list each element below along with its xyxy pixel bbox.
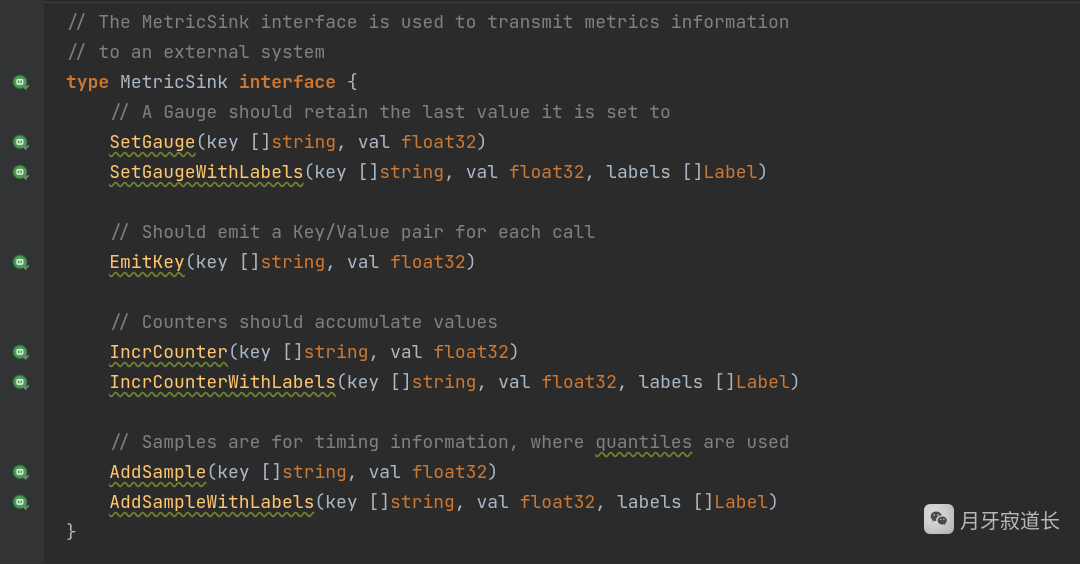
- gutter: [0, 0, 44, 564]
- code-line[interactable]: // Counters should accumulate values: [44, 308, 1080, 338]
- gutter-line: [0, 218, 44, 248]
- gutter-line: [0, 398, 44, 428]
- gutter-line: [0, 368, 44, 398]
- method-name: IncrCounterWithLabels: [109, 371, 336, 394]
- method-signature: (key []string, val float32, labels []Lab…: [304, 161, 769, 184]
- type-name: MetricSink: [120, 71, 228, 94]
- implemented-icon[interactable]: [12, 164, 30, 182]
- implemented-icon[interactable]: [12, 494, 30, 512]
- code-line[interactable]: AddSample(key []string, val float32): [44, 458, 1080, 488]
- code-line[interactable]: SetGaugeWithLabels(key []string, val flo…: [44, 158, 1080, 188]
- comment-text: // Counters should accumulate values: [109, 311, 498, 334]
- watermark: 月牙寂道长: [924, 504, 1060, 534]
- code-line[interactable]: // The MetricSink interface is used to t…: [44, 8, 1080, 38]
- gutter-line: [0, 458, 44, 488]
- comment-text: // The MetricSink interface is used to t…: [66, 11, 790, 34]
- code-line[interactable]: EmitKey(key []string, val float32): [44, 248, 1080, 278]
- method-signature: (key []string, val float32): [228, 341, 520, 364]
- gutter-line: [0, 488, 44, 518]
- code-line[interactable]: IncrCounterWithLabels(key []string, val …: [44, 368, 1080, 398]
- method-name: IncrCounter: [109, 341, 228, 364]
- code-line[interactable]: IncrCounter(key []string, val float32): [44, 338, 1080, 368]
- method-name: EmitKey: [109, 251, 185, 274]
- code-line[interactable]: [44, 188, 1080, 218]
- gutter-line: [0, 38, 44, 68]
- gutter-line: [0, 308, 44, 338]
- method-name: SetGauge: [109, 131, 195, 154]
- implemented-icon[interactable]: [12, 464, 30, 482]
- gutter-line: [0, 128, 44, 158]
- comment-text: // Samples are for timing information, w…: [109, 431, 789, 454]
- code-line[interactable]: // to an external system: [44, 38, 1080, 68]
- method-signature: (key []string, val float32): [196, 131, 488, 154]
- gutter-line: [0, 8, 44, 38]
- comment-text: // A Gauge should retain the last value …: [109, 101, 671, 124]
- implemented-icon[interactable]: [12, 74, 30, 92]
- method-name: SetGaugeWithLabels: [109, 161, 303, 184]
- gutter-line: [0, 188, 44, 218]
- watermark-text: 月牙寂道长: [960, 505, 1060, 534]
- code-line[interactable]: [44, 398, 1080, 428]
- implemented-icon[interactable]: [12, 254, 30, 272]
- code-editor[interactable]: // The MetricSink interface is used to t…: [0, 0, 1080, 564]
- gutter-line: [0, 98, 44, 128]
- comment-text: // to an external system: [66, 41, 325, 64]
- gutter-line: [0, 248, 44, 278]
- method-signature: (key []string, val float32): [206, 461, 498, 484]
- gutter-line: [0, 158, 44, 188]
- code-area[interactable]: // The MetricSink interface is used to t…: [44, 0, 1080, 564]
- gutter-line: [0, 428, 44, 458]
- implemented-icon[interactable]: [12, 134, 30, 152]
- code-line[interactable]: // Samples are for timing information, w…: [44, 428, 1080, 458]
- method-signature: (key []string, val float32, labels []Lab…: [314, 491, 779, 514]
- code-line[interactable]: // A Gauge should retain the last value …: [44, 98, 1080, 128]
- method-name: AddSampleWithLabels: [109, 491, 314, 514]
- gutter-line: [0, 518, 44, 548]
- brace-open: {: [336, 71, 358, 94]
- implemented-icon[interactable]: [12, 374, 30, 392]
- method-signature: (key []string, val float32): [185, 251, 477, 274]
- comment-text: // Should emit a Key/Value pair for each…: [109, 221, 595, 244]
- gutter-line: [0, 278, 44, 308]
- gutter-line: [0, 338, 44, 368]
- code-line[interactable]: [44, 278, 1080, 308]
- gutter-line: [0, 68, 44, 98]
- wechat-icon: [924, 504, 954, 534]
- method-signature: (key []string, val float32, labels []Lab…: [336, 371, 801, 394]
- code-line[interactable]: // Should emit a Key/Value pair for each…: [44, 218, 1080, 248]
- keyword-type: type: [66, 71, 109, 94]
- keyword-interface: interface: [239, 71, 336, 94]
- implemented-icon[interactable]: [12, 344, 30, 362]
- code-line[interactable]: SetGauge(key []string, val float32): [44, 128, 1080, 158]
- code-line[interactable]: type MetricSink interface {: [44, 68, 1080, 98]
- method-name: AddSample: [109, 461, 206, 484]
- brace-close: }: [66, 521, 77, 544]
